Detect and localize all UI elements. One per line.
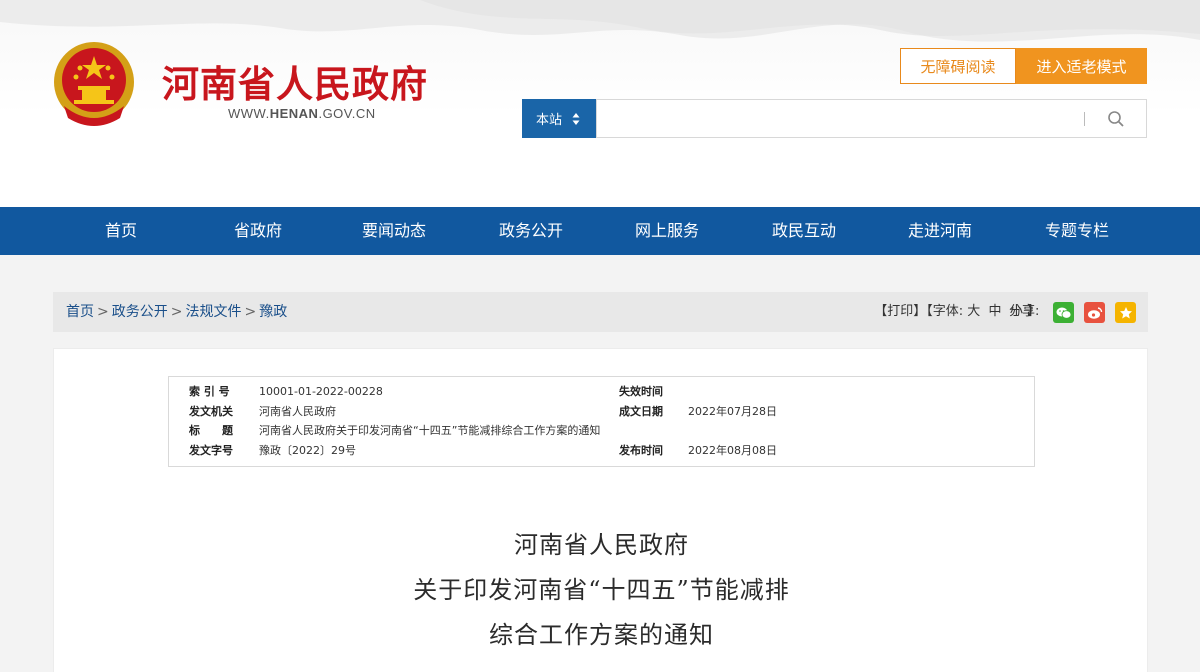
nav-item-interaction[interactable]: 政民互动 bbox=[744, 207, 864, 255]
breadcrumb-gov-affairs[interactable]: 政务公开 bbox=[112, 304, 168, 320]
meta-title-label: 标 题 bbox=[189, 424, 233, 437]
meta-date-written-label: 成文日期 bbox=[619, 404, 663, 418]
breadcrumb: 首页 > 政务公开 > 法规文件 > 豫政 bbox=[66, 292, 287, 332]
meta-published-label: 发布时间 bbox=[619, 443, 663, 457]
nav-item-henan[interactable]: 走进河南 bbox=[880, 207, 1000, 255]
document-title-line-3: 综合工作方案的通知 bbox=[489, 621, 714, 649]
article-content: 索 引 号 10001-01-2022-00228 失效时间 发文机关 河南省人… bbox=[53, 348, 1148, 672]
nav-item-online-services[interactable]: 网上服务 bbox=[607, 207, 727, 255]
nav-item-gov-affairs[interactable]: 政务公开 bbox=[471, 207, 591, 255]
site-url: WWW.HENAN.GOV.CN bbox=[228, 106, 376, 121]
meta-date-written-value: 2022年07月28日 bbox=[688, 404, 777, 418]
meta-expire-label: 失效时间 bbox=[619, 385, 663, 398]
wechat-icon[interactable] bbox=[1053, 302, 1074, 323]
accessibility-button[interactable]: 无障碍阅读 bbox=[900, 48, 1016, 84]
meta-doc-no-value: 豫政〔2022〕29号 bbox=[259, 443, 356, 457]
breadcrumb-bar: 首页 > 政务公开 > 法规文件 > 豫政 【打印】【字体: 大 中 小 】 分享: bbox=[53, 292, 1148, 332]
site-header: 河南省人民政府 WWW.HENAN.GOV.CN 无障碍阅读 进入适老模式 本站 bbox=[0, 0, 1200, 207]
font-large-button[interactable]: 大 bbox=[967, 304, 980, 319]
breadcrumb-separator: > bbox=[244, 304, 257, 320]
search-input[interactable] bbox=[596, 99, 1147, 138]
search-icon[interactable] bbox=[1103, 106, 1129, 132]
breadcrumb-separator: > bbox=[170, 304, 183, 320]
search-scope-select[interactable]: 本站 bbox=[522, 99, 596, 138]
document-title-line-1: 河南省人民政府 bbox=[514, 531, 689, 559]
nav-item-news[interactable]: 要闻动态 bbox=[334, 207, 454, 255]
elder-mode-button[interactable]: 进入适老模式 bbox=[1016, 48, 1147, 84]
meta-row: 发文机关 河南省人民政府 成文日期 2022年07月28日 bbox=[169, 402, 1034, 422]
search-scope-label: 本站 bbox=[536, 113, 563, 128]
meta-index-value: 10001-01-2022-00228 bbox=[259, 385, 383, 398]
document-meta-table: 索 引 号 10001-01-2022-00228 失效时间 发文机关 河南省人… bbox=[168, 376, 1035, 467]
site-url-main: HENAN bbox=[269, 106, 319, 121]
meta-row: 索 引 号 10001-01-2022-00228 失效时间 bbox=[169, 382, 1034, 402]
site-name[interactable]: 河南省人民政府 bbox=[162, 54, 428, 108]
meta-published-value: 2022年08月08日 bbox=[688, 443, 777, 457]
meta-issuer-value: 河南省人民政府 bbox=[259, 404, 336, 418]
breadcrumb-yuzheng[interactable]: 豫政 bbox=[259, 304, 287, 320]
search-divider bbox=[1084, 112, 1085, 126]
main-nav: 首页 省政府 要闻动态 政务公开 网上服务 政民互动 走进河南 专题专栏 bbox=[0, 207, 1200, 255]
breadcrumb-regulations[interactable]: 法规文件 bbox=[185, 304, 241, 320]
nav-item-home[interactable]: 首页 bbox=[61, 207, 181, 255]
meta-index-label: 索 引 号 bbox=[189, 385, 230, 398]
breadcrumb-home[interactable]: 首页 bbox=[66, 304, 94, 320]
meta-issuer-label: 发文机关 bbox=[189, 404, 233, 418]
site-url-prefix: WWW. bbox=[228, 106, 270, 121]
nav-item-provincial-gov[interactable]: 省政府 bbox=[198, 207, 318, 255]
weibo-icon[interactable] bbox=[1084, 302, 1105, 323]
print-button[interactable]: 【打印】 bbox=[874, 304, 926, 319]
national-emblem-icon[interactable] bbox=[52, 40, 136, 128]
meta-doc-no-label: 发文字号 bbox=[189, 443, 233, 457]
meta-row: 标 题 河南省人民政府关于印发河南省“十四五”节能减排综合工作方案的通知 bbox=[169, 421, 1034, 441]
nav-item-special-topics[interactable]: 专题专栏 bbox=[1017, 207, 1137, 255]
font-size-prefix: 【字体: bbox=[926, 304, 964, 319]
meta-title-value: 河南省人民政府关于印发河南省“十四五”节能减排综合工作方案的通知 bbox=[259, 424, 601, 437]
site-url-suffix: .GOV.CN bbox=[318, 106, 376, 121]
font-medium-button[interactable]: 中 bbox=[989, 304, 1002, 319]
updown-caret-icon bbox=[572, 112, 580, 126]
share-label: 分享: bbox=[1009, 304, 1040, 319]
breadcrumb-separator: > bbox=[97, 304, 109, 320]
favorite-star-icon[interactable] bbox=[1115, 302, 1136, 323]
document-title-line-2: 关于印发河南省“十四五”节能减排 bbox=[413, 576, 790, 604]
meta-row: 发文字号 豫政〔2022〕29号 发布时间 2022年08月08日 bbox=[169, 441, 1034, 461]
